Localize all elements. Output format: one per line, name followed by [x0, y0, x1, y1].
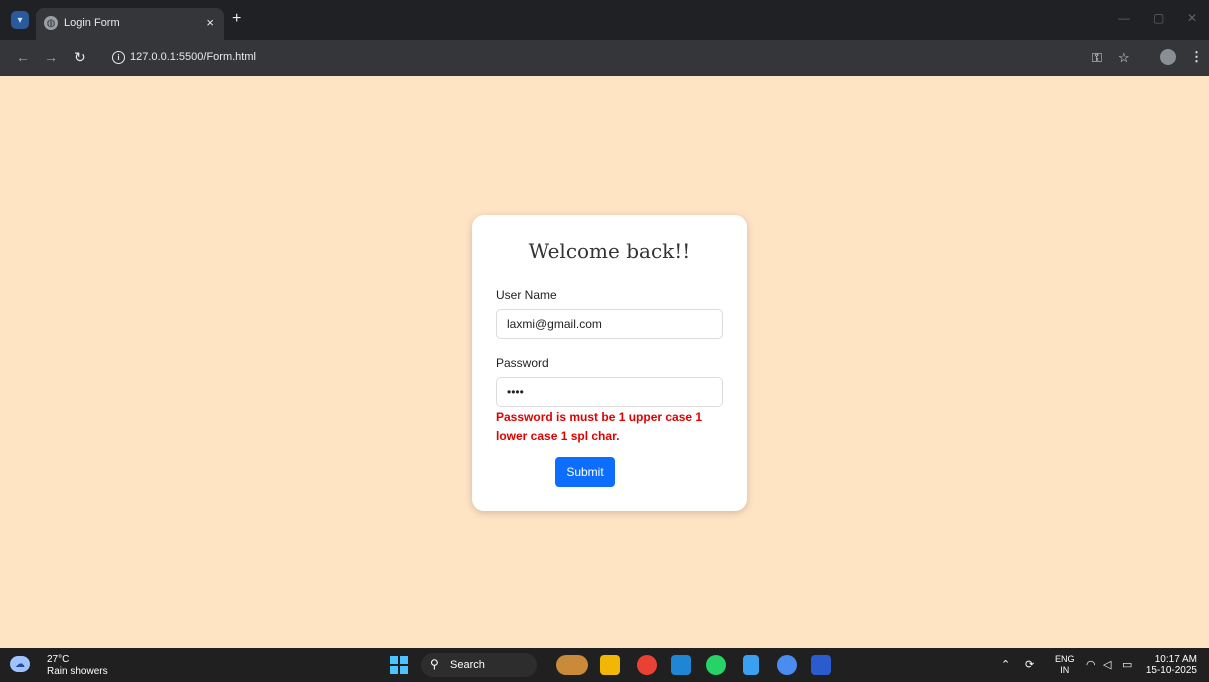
tray-chevron-up-icon[interactable]: ⌃: [1001, 658, 1010, 671]
search-label: Search: [450, 659, 485, 671]
globe-icon: ◍: [44, 16, 58, 30]
chrome-icon[interactable]: [637, 655, 657, 675]
new-tab-button[interactable]: +: [232, 10, 241, 28]
browser-tab[interactable]: ◍ Login Form ×: [36, 8, 224, 40]
reload-icon[interactable]: ↻: [74, 49, 86, 66]
tab-search-icon[interactable]: ▾: [11, 11, 29, 29]
tray-app-icon[interactable]: ⟳: [1025, 658, 1034, 671]
login-card: Welcome back!! User Name Password Passwo…: [472, 215, 747, 511]
username-label: User Name: [496, 288, 557, 302]
file-explorer-icon[interactable]: [600, 655, 620, 675]
language-indicator[interactable]: ENG IN: [1055, 654, 1075, 676]
weather-description[interactable]: Rain showers: [47, 666, 108, 677]
minimize-button[interactable]: —: [1118, 11, 1130, 25]
password-input[interactable]: [496, 377, 723, 407]
clock-time: 10:17 AM: [1154, 654, 1197, 665]
more-menu-icon[interactable]: ⋮: [1190, 49, 1203, 65]
bookmark-star-icon[interactable]: ☆: [1118, 50, 1130, 66]
windows-taskbar: ☁ 27°C Rain showers ⚲ Search ⌃ ⟳ ENG IN …: [0, 648, 1209, 682]
url-text[interactable]: 127.0.0.1:5500/Form.html: [130, 51, 256, 63]
page-viewport: Welcome back!! User Name Password Passwo…: [0, 76, 1209, 648]
vscode-icon[interactable]: [671, 655, 691, 675]
weather-temperature[interactable]: 27°C: [47, 654, 69, 665]
taskbar-search-box[interactable]: ⚲ Search: [421, 653, 537, 677]
system-clock[interactable]: 10:17 AM 15-10-2025: [1145, 654, 1197, 676]
submit-button[interactable]: Submit: [555, 457, 615, 487]
tab-title: Login Form: [64, 17, 120, 29]
region-code: IN: [1060, 665, 1070, 675]
tab-close-icon[interactable]: ×: [206, 15, 214, 30]
close-window-button[interactable]: ✕: [1187, 11, 1197, 25]
language-code: ENG: [1055, 654, 1075, 664]
whatsapp-icon[interactable]: [706, 655, 726, 675]
volume-icon[interactable]: ◁: [1103, 658, 1111, 671]
profile-avatar-icon[interactable]: [1160, 49, 1176, 65]
clock-date: 15-10-2025: [1145, 665, 1197, 676]
wifi-icon[interactable]: ◠: [1086, 658, 1096, 671]
forward-arrow-icon[interactable]: →: [44, 49, 58, 65]
notepad-icon[interactable]: [743, 655, 759, 675]
password-error-message: Password is must be 1 upper case 1 lower…: [496, 410, 703, 443]
browser-tab-bar: ▾ ◍ Login Form × + — ▢ ✕: [0, 0, 1209, 40]
widget-food-icon[interactable]: [556, 655, 588, 675]
browser-toolbar: ← → ↻ i 127.0.0.1:5500/Form.html ⚿ ☆ ⋮: [0, 40, 1209, 76]
search-icon: ⚲: [430, 657, 439, 671]
word-icon[interactable]: [811, 655, 831, 675]
restore-button[interactable]: ▢: [1153, 11, 1164, 25]
username-input[interactable]: [496, 309, 723, 339]
weather-cloud-icon[interactable]: ☁: [10, 656, 30, 672]
password-key-icon[interactable]: ⚿: [1092, 50, 1102, 66]
battery-icon[interactable]: ▭: [1122, 658, 1132, 671]
address-bar[interactable]: i 127.0.0.1:5500/Form.html: [102, 44, 1140, 72]
password-label: Password: [496, 356, 549, 370]
start-button-icon[interactable]: [390, 656, 408, 674]
form-title: Welcome back!!: [528, 239, 691, 263]
site-info-icon[interactable]: i: [112, 51, 125, 64]
back-arrow-icon[interactable]: ←: [16, 49, 30, 65]
chrome-profile-icon[interactable]: [777, 655, 797, 675]
